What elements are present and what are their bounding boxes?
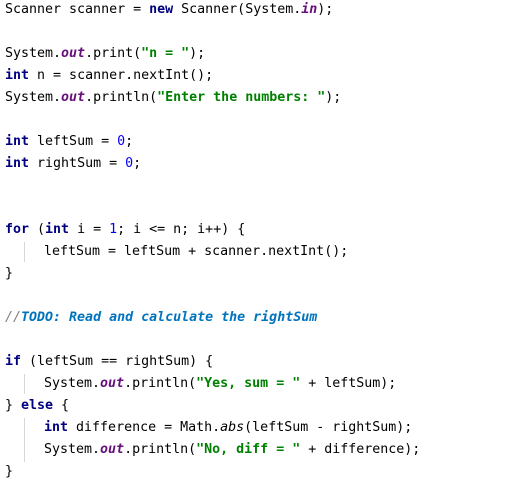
code-line: System.out.print("n = "); xyxy=(5,46,206,61)
code-line: System.out.println("Yes, sum = " + leftS… xyxy=(44,376,397,391)
code-line: int leftSum = 0; xyxy=(5,134,134,149)
code-line: int difference = Math.abs(leftSum - righ… xyxy=(44,420,413,435)
code-comment-line: //TODO: Read and calculate the rightSum xyxy=(5,310,318,325)
code-line: System.out.println("Enter the numbers: "… xyxy=(5,90,342,105)
code-line: int n = scanner.nextInt(); xyxy=(5,68,214,83)
code-editor[interactable]: Scanner scanner = new Scanner(System.in)… xyxy=(0,0,517,484)
code-line: for (int i = 1; i <= n; i++) { xyxy=(5,222,246,237)
code-line: } else { xyxy=(5,398,70,413)
code-line: } xyxy=(5,464,14,479)
code-line: System.out.println("No, diff = " + diffe… xyxy=(44,442,421,457)
indent-guide xyxy=(24,374,25,394)
code-line: leftSum = leftSum + scanner.nextInt(); xyxy=(44,244,349,259)
indent-guide xyxy=(24,418,25,462)
code-line: int rightSum = 0; xyxy=(5,156,142,171)
code-line: Scanner scanner = new Scanner(System.in)… xyxy=(5,2,334,17)
indent-guide xyxy=(24,242,25,262)
code-line: if (leftSum == rightSum) { xyxy=(5,354,214,369)
code-line: } xyxy=(5,266,14,281)
